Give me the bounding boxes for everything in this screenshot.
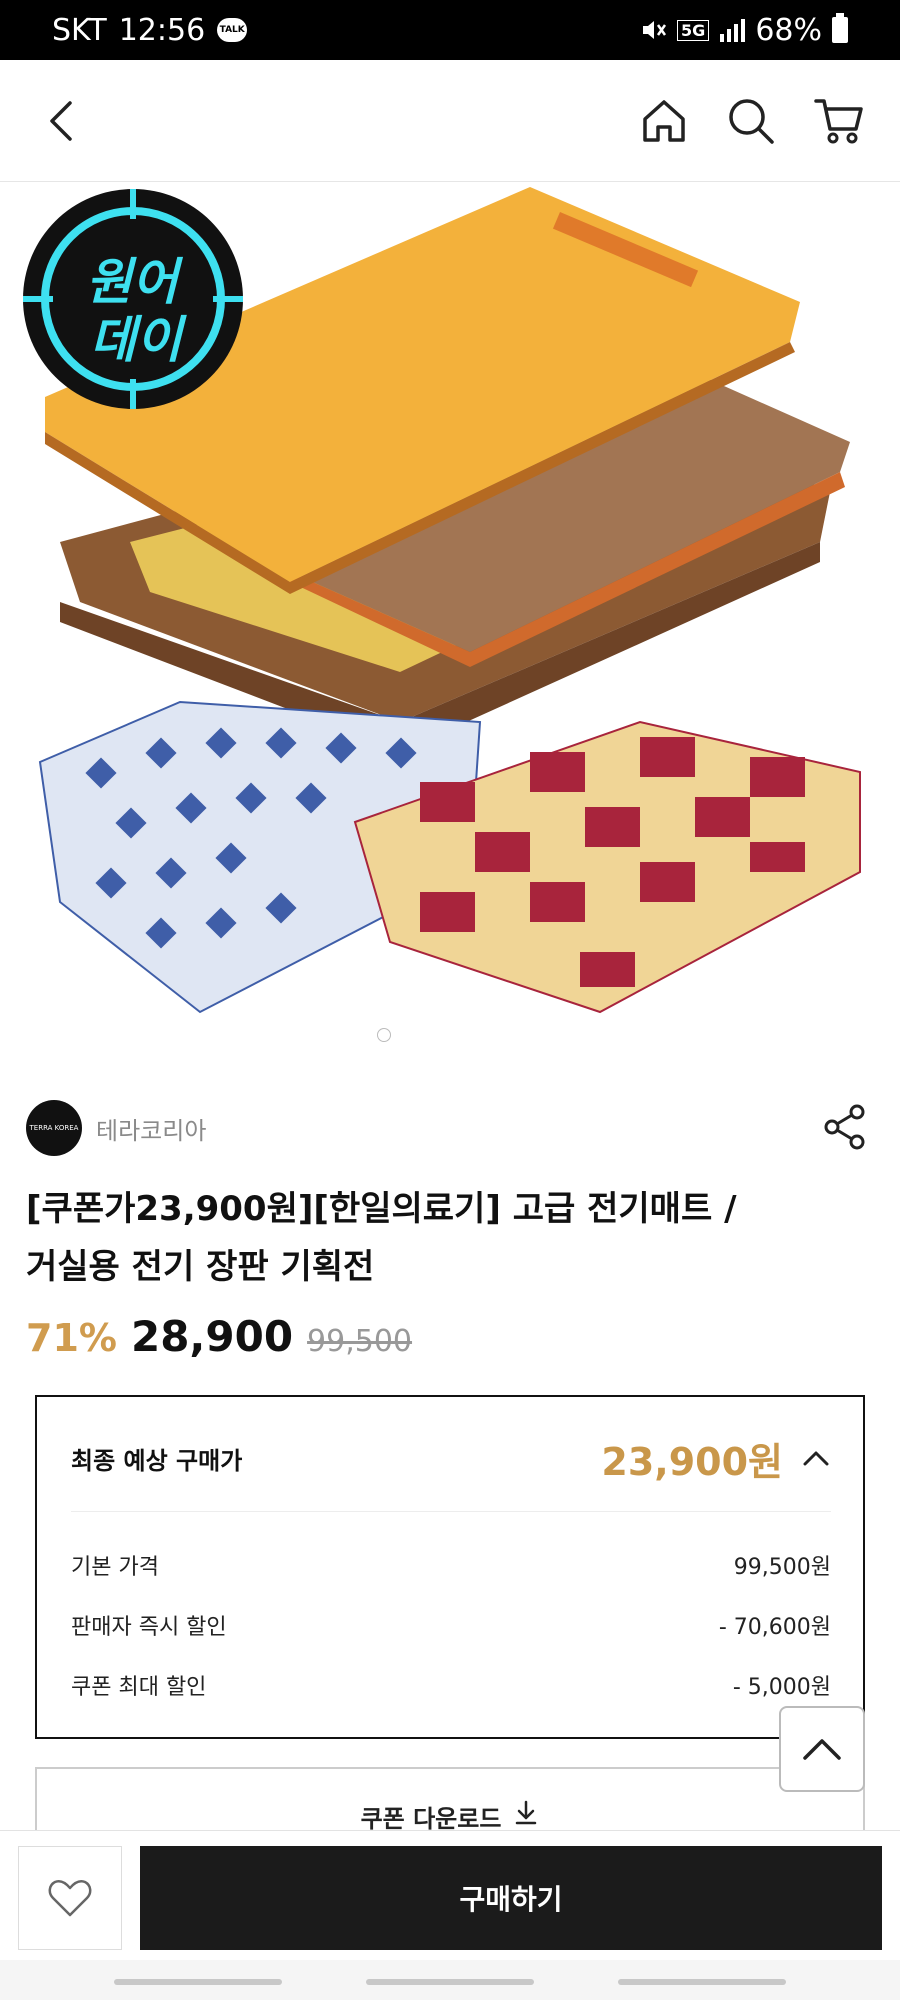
detail-label: 쿠폰 최대 할인 xyxy=(71,1675,207,1700)
cart-button[interactable] xyxy=(808,90,870,152)
gesture-handle[interactable] xyxy=(618,1979,786,1985)
download-icon xyxy=(516,1800,537,1825)
buy-button[interactable]: 구매하기 xyxy=(140,1846,882,1950)
price-detail-row: 기본 가격 99,500원 xyxy=(71,1549,831,1581)
divider xyxy=(71,1511,831,1512)
system-gesture-bar xyxy=(0,1960,900,2000)
scroll-top-button[interactable] xyxy=(779,1706,865,1792)
mute-icon xyxy=(643,21,667,39)
detail-value: - 70,600원 xyxy=(718,1615,831,1640)
price-row: 71% 28,900 99,500 xyxy=(26,1312,412,1361)
carousel-indicator[interactable] xyxy=(377,1028,391,1042)
search-icon xyxy=(729,99,774,144)
chevron-up-icon xyxy=(803,1739,841,1760)
home-icon xyxy=(643,100,685,142)
discount-rate: 71% xyxy=(26,1316,117,1360)
chevron-up-icon xyxy=(801,1443,831,1473)
talk-notification-icon: TALK xyxy=(217,18,248,42)
original-price: 99,500 xyxy=(307,1324,413,1359)
search-button[interactable] xyxy=(720,90,782,152)
sale-price: 28,900 xyxy=(130,1312,294,1361)
final-price-label: 최종 예상 구매가 xyxy=(71,1446,243,1475)
share-button[interactable] xyxy=(820,1102,870,1152)
badge-text-2: 데이 xyxy=(90,311,182,369)
signal-icon xyxy=(720,19,746,42)
final-price-box: 최종 예상 구매가 23,900원 기본 가격 99,500원 판매자 즉시 할… xyxy=(35,1395,865,1739)
gesture-handle[interactable] xyxy=(114,1979,282,1985)
detail-label: 기본 가격 xyxy=(71,1555,159,1580)
wishlist-button[interactable] xyxy=(18,1846,122,1950)
back-button[interactable] xyxy=(30,90,92,152)
status-bar: SKT 12:56 TALK 5G 68% xyxy=(0,0,900,60)
price-detail-row: 쿠폰 최대 할인 - 5,000원 xyxy=(71,1669,831,1701)
detail-value: 99,500원 xyxy=(733,1555,831,1580)
carrier-label: SKT xyxy=(52,12,107,48)
gesture-handle[interactable] xyxy=(366,1979,534,1985)
detail-label: 판매자 즉시 할인 xyxy=(71,1615,227,1640)
home-button[interactable] xyxy=(633,90,695,152)
final-price-toggle[interactable]: 최종 예상 구매가 23,900원 xyxy=(71,1433,831,1484)
chevron-left-icon xyxy=(50,101,72,141)
cart-icon xyxy=(814,99,863,144)
top-nav xyxy=(0,60,900,182)
title-line-1: [쿠폰가23,900원][한일의료기] 고급 전기매트 / xyxy=(26,1189,737,1229)
detail-value: - 5,000원 xyxy=(732,1675,831,1700)
title-line-2: 거실용 전기 장판 기획전 xyxy=(26,1247,375,1287)
product-image[interactable]: 원어 데이 xyxy=(0,182,900,1062)
product-title: [쿠폰가23,900원][한일의료기] 고급 전기매트 / 거실용 전기 장판 … xyxy=(26,1180,876,1296)
share-icon xyxy=(824,1104,865,1150)
network-5g-icon: 5G xyxy=(677,19,710,41)
seller-logo: TERRA KOREA xyxy=(26,1100,82,1156)
seller-name: 테라코리아 xyxy=(96,1116,207,1145)
price-detail-row: 판매자 즉시 할인 - 70,600원 xyxy=(71,1609,831,1641)
battery-icon xyxy=(832,13,848,43)
bottom-action-bar: 구매하기 xyxy=(0,1830,900,1960)
heart-icon xyxy=(48,1880,92,1917)
seller-info[interactable]: TERRA KOREA 테라코리아 xyxy=(26,1100,206,1156)
status-time: 12:56 xyxy=(118,12,206,48)
coupon-download-label: 쿠폰 다운로드 xyxy=(360,1805,502,1833)
battery-percent: 68% xyxy=(755,12,822,48)
final-price-value: 23,900원 xyxy=(601,1439,783,1484)
